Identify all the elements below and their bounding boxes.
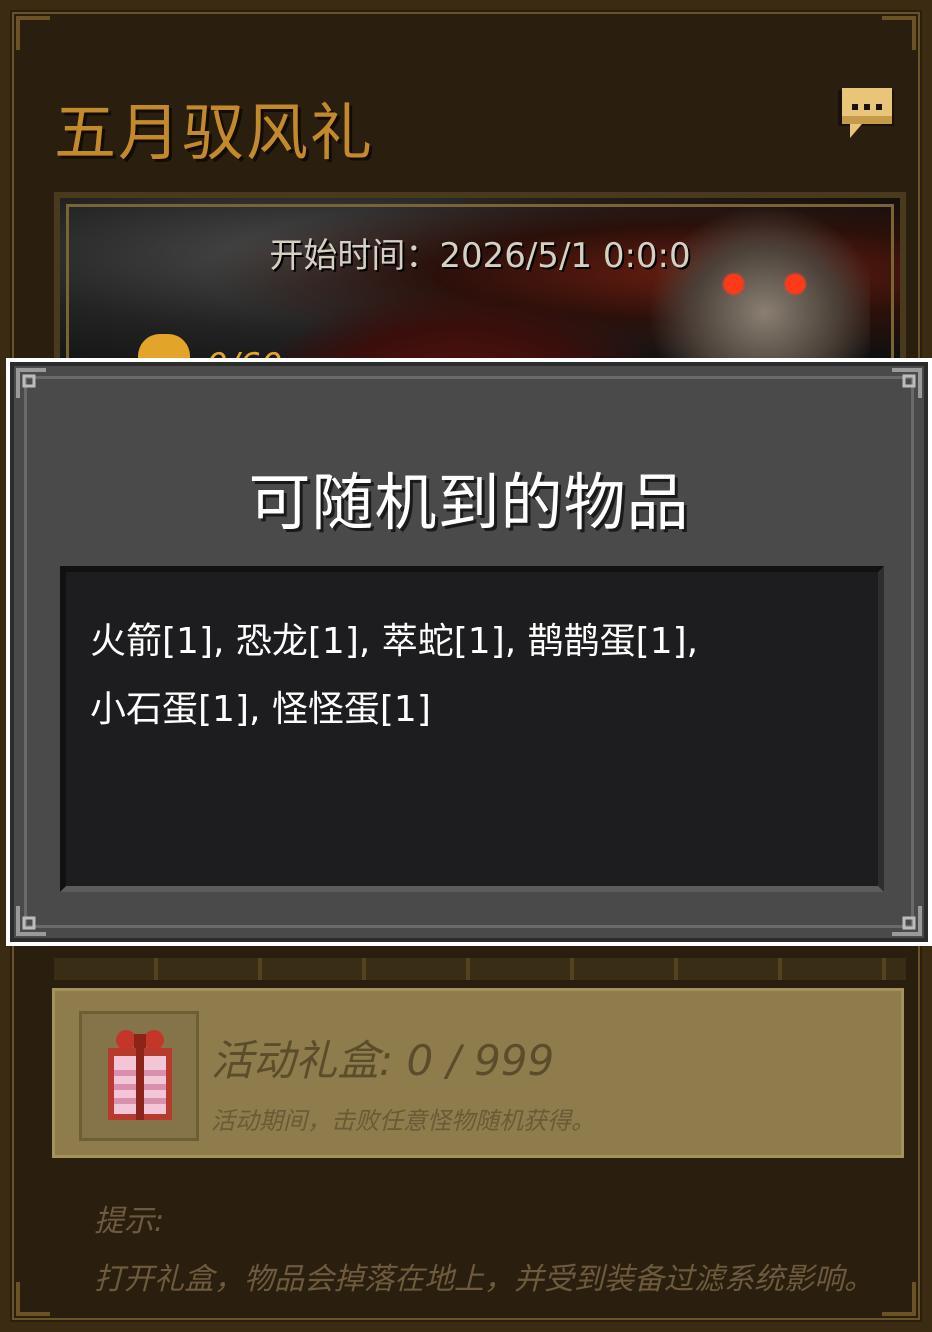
frame-corner (16, 16, 50, 50)
frame-corner (882, 16, 916, 50)
modal-corner-ornament (16, 368, 46, 398)
items-list: 火箭[1], 恐龙[1], 萃蛇[1], 鹊鹊蛋[1], 小石蛋[1], 怪怪蛋… (90, 608, 850, 744)
modal-body: 可随机到的物品 火箭[1], 恐龙[1], 萃蛇[1], 鹊鹊蛋[1], 小石蛋… (10, 362, 928, 942)
chat-button[interactable] (836, 86, 896, 144)
event-title: 五月驭风礼 (54, 96, 375, 169)
chat-icon (838, 88, 894, 138)
modal-corner-ornament (892, 906, 922, 936)
gift-box-icon (108, 1030, 172, 1120)
random-items-modal[interactable]: 可随机到的物品 火箭[1], 恐龙[1], 萃蛇[1], 鹊鹊蛋[1], 小石蛋… (6, 358, 932, 946)
frame-corner (16, 1282, 50, 1316)
start-time: 开始时间：2026/5/1 0:0:0 (269, 236, 691, 276)
gift-box-description: 活动期间，击败任意怪物随机获得。 (211, 1107, 595, 1135)
banner-bottom-strip (54, 958, 906, 980)
frame-corner (882, 1282, 916, 1316)
items-line: 火箭[1], 恐龙[1], 萃蛇[1], 鹊鹊蛋[1], (90, 621, 699, 662)
modal-corner-ornament (892, 368, 922, 398)
gift-icon-frame (79, 1011, 199, 1141)
hint-title: 提示: (94, 1204, 165, 1239)
hint-text: 打开礼盒，物品会掉落在地上，并受到装备过滤系统影响。 (94, 1262, 874, 1297)
items-line: 小石蛋[1], 怪怪蛋[1] (90, 689, 431, 730)
modal-title: 可随机到的物品 (248, 466, 690, 539)
items-list-box: 火箭[1], 恐龙[1], 萃蛇[1], 鹊鹊蛋[1], 小石蛋[1], 怪怪蛋… (60, 566, 884, 892)
modal-corner-ornament (16, 906, 46, 936)
gift-box-row: 活动礼盒: 0 / 999 活动期间，击败任意怪物随机获得。 (52, 988, 904, 1158)
gift-box-count: 活动礼盒: 0 / 999 (211, 1036, 555, 1085)
